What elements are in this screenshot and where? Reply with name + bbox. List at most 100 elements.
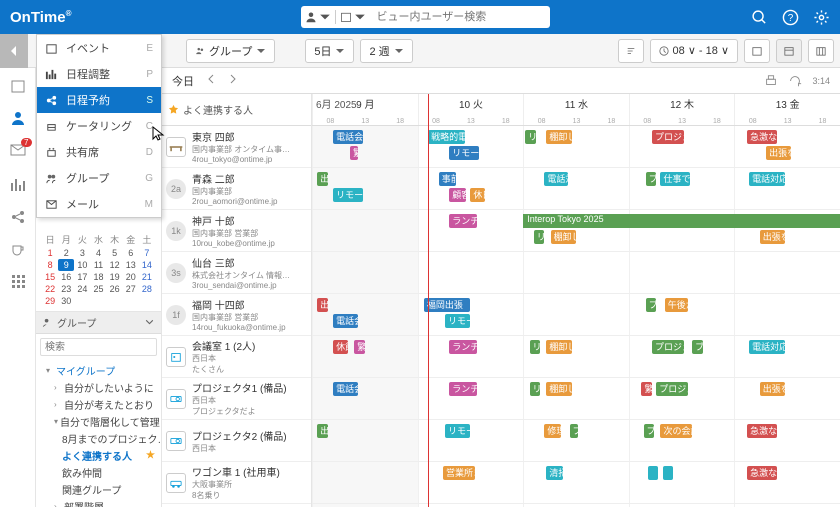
menu-item-3[interactable]: ケータリングC <box>37 113 161 139</box>
event[interactable]: 仕事で利用… <box>660 172 690 186</box>
event[interactable]: プロジェクト <box>652 340 684 354</box>
event[interactable]: プロジェクト <box>656 382 688 396</box>
event[interactable]: ブ… <box>646 172 657 186</box>
event[interactable]: 出… <box>317 172 328 186</box>
event[interactable]: 休館 <box>333 340 348 354</box>
chart-nav-icon[interactable] <box>10 177 26 193</box>
event[interactable]: 事前… <box>439 172 456 186</box>
event[interactable]: ブ… <box>692 340 703 354</box>
menu-item-2[interactable]: 日程予約S <box>37 87 161 113</box>
event[interactable]: 修理 <box>544 424 561 438</box>
event[interactable]: 福岡出張 <box>424 298 470 312</box>
event[interactable]: リモート… <box>445 424 470 438</box>
event[interactable]: 急激な円高… <box>747 466 777 480</box>
resource-row[interactable]: 3s仙台 三郎株式会社オンタイム 情報…3rou_sendai@ontime.j… <box>162 252 311 294</box>
next-button[interactable] <box>228 74 238 87</box>
today-button[interactable]: 今日 <box>172 73 194 89</box>
event[interactable]: 清掃 <box>546 466 563 480</box>
event[interactable]: 電話会議 <box>333 382 358 396</box>
tree-item[interactable]: 8月までのプロジェク…★ <box>36 430 161 447</box>
tree-item[interactable]: ›部署階層 <box>36 498 161 507</box>
event[interactable]: 繁… <box>350 146 358 160</box>
event[interactable]: 次の会議 リ… <box>660 424 692 438</box>
resource-row[interactable]: ワゴン車 1 (社用車)大阪事業所8名乗り <box>162 462 311 504</box>
event[interactable]: 急激な円高… <box>747 130 777 144</box>
cal-nav-icon[interactable] <box>10 78 26 94</box>
event[interactable]: 休日… <box>470 188 485 202</box>
event[interactable] <box>663 466 674 480</box>
event[interactable]: 出… <box>317 298 328 312</box>
event[interactable]: 営業所まわり <box>443 466 475 480</box>
help-icon[interactable]: ? <box>782 9 799 26</box>
tree-item[interactable]: 関連グループ <box>36 481 161 498</box>
event[interactable]: ブ… <box>570 424 578 438</box>
resource-row[interactable]: プロジェクタ2 (備品)西日本 <box>162 420 311 462</box>
event[interactable]: 出張を伴… <box>760 382 785 396</box>
mini-calendar[interactable]: 日月火水木金土123456789101112131415161718192021… <box>36 228 161 312</box>
menu-item-6[interactable]: メールM <box>37 191 161 217</box>
prev-button[interactable] <box>206 74 216 87</box>
cal1-button[interactable] <box>744 39 770 63</box>
mail-nav-icon[interactable] <box>10 142 26 161</box>
resource-row[interactable]: プロジェクタ1 (備品)西日本プロジェクタだよ <box>162 378 311 420</box>
collapse-icon[interactable] <box>144 317 155 328</box>
event[interactable]: リ… <box>534 230 545 244</box>
event[interactable]: リ… <box>530 340 541 354</box>
event[interactable]: ランチミー… <box>449 340 476 354</box>
event[interactable]: 棚卸し会… <box>546 340 571 354</box>
event[interactable]: リ… <box>530 382 541 396</box>
event[interactable]: 顧客… <box>449 188 466 202</box>
share-nav-icon[interactable] <box>10 209 26 225</box>
event[interactable]: ブ… <box>644 424 655 438</box>
search-scope-dd[interactable] <box>301 6 370 28</box>
group-tree[interactable]: ▾マイグループ›自分がしたいように›自分が考えたとおり▾自分で階層化して管理8月… <box>36 360 161 507</box>
event[interactable]: 棚卸し会… <box>546 130 571 144</box>
tree-item[interactable]: ▾自分で階層化して管理 <box>36 413 161 430</box>
event[interactable]: リモート… <box>333 188 363 202</box>
group-dd[interactable]: グループ <box>186 39 275 63</box>
event[interactable]: 繁… <box>354 340 365 354</box>
event[interactable]: 電話対応 <box>544 172 567 186</box>
back-arrow-button[interactable] <box>0 34 28 68</box>
event[interactable]: 急激な円高… <box>747 424 777 438</box>
resource-row[interactable]: 1k神戸 十郎国内事業部 営業部10rou_kobe@ontime.jp <box>162 210 311 252</box>
tree-item[interactable]: ›自分が考えたとおり <box>36 396 161 413</box>
resource-row[interactable]: 2a青森 二郎国内事業部2rou_aomori@ontime.jp <box>162 168 311 210</box>
tree-item[interactable]: ▾マイグループ <box>36 362 161 379</box>
event[interactable]: 電話対応の練習 <box>749 172 785 186</box>
menu-item-5[interactable]: グループG <box>37 165 161 191</box>
event[interactable]: 電話対応の練習 <box>749 340 785 354</box>
event-banner[interactable]: Interop Tokyo 2025 <box>523 214 840 228</box>
user-nav-icon[interactable] <box>10 110 26 126</box>
cup-nav-icon[interactable] <box>10 241 26 257</box>
gear-icon[interactable] <box>813 9 830 26</box>
weeks-dd[interactable]: 2 週 <box>360 39 412 63</box>
event[interactable]: ランチミー… <box>449 382 476 396</box>
group-search[interactable] <box>40 338 157 356</box>
resource-row[interactable]: 1f福岡 十四郎国内事業部 営業部14rou_fukuoka@ontime.jp <box>162 294 311 336</box>
event[interactable]: 出張を伴… <box>766 146 791 160</box>
event[interactable]: ブ… <box>646 298 657 312</box>
event[interactable] <box>648 466 659 480</box>
tree-item-selected[interactable]: よく連携する人★ <box>36 447 161 464</box>
resource-row[interactable]: 会議室 1 (2人)西日本たくさん <box>162 336 311 378</box>
event[interactable]: 電話会議 <box>333 314 358 328</box>
event[interactable]: 電話会議 <box>333 130 363 144</box>
event[interactable]: リモート… <box>445 314 470 328</box>
globe-search-icon[interactable] <box>751 9 768 26</box>
cal3-button[interactable] <box>808 39 834 63</box>
grid[interactable]: 6月 2025 9 月08131810 火08131811 水08131812 … <box>312 94 840 507</box>
menu-item-0[interactable]: イベントE <box>37 35 161 61</box>
print-icon[interactable] <box>764 74 778 88</box>
event[interactable]: 戦略的電話会議 <box>428 130 465 144</box>
event[interactable]: 棚卸し会… <box>546 382 571 396</box>
sort-dd[interactable] <box>618 39 644 63</box>
event[interactable]: 出… <box>317 424 328 438</box>
event[interactable]: リモート… <box>449 146 479 160</box>
apps-nav-icon[interactable] <box>10 273 26 289</box>
event[interactable]: 午後から… <box>665 298 688 312</box>
tree-item[interactable]: ›自分がしたいように <box>36 379 161 396</box>
event[interactable]: ランチミー… <box>449 214 476 228</box>
menu-item-1[interactable]: 日程調整P <box>37 61 161 87</box>
time-range-dd[interactable]: 08 ∨ - 18 ∨ <box>650 39 738 63</box>
